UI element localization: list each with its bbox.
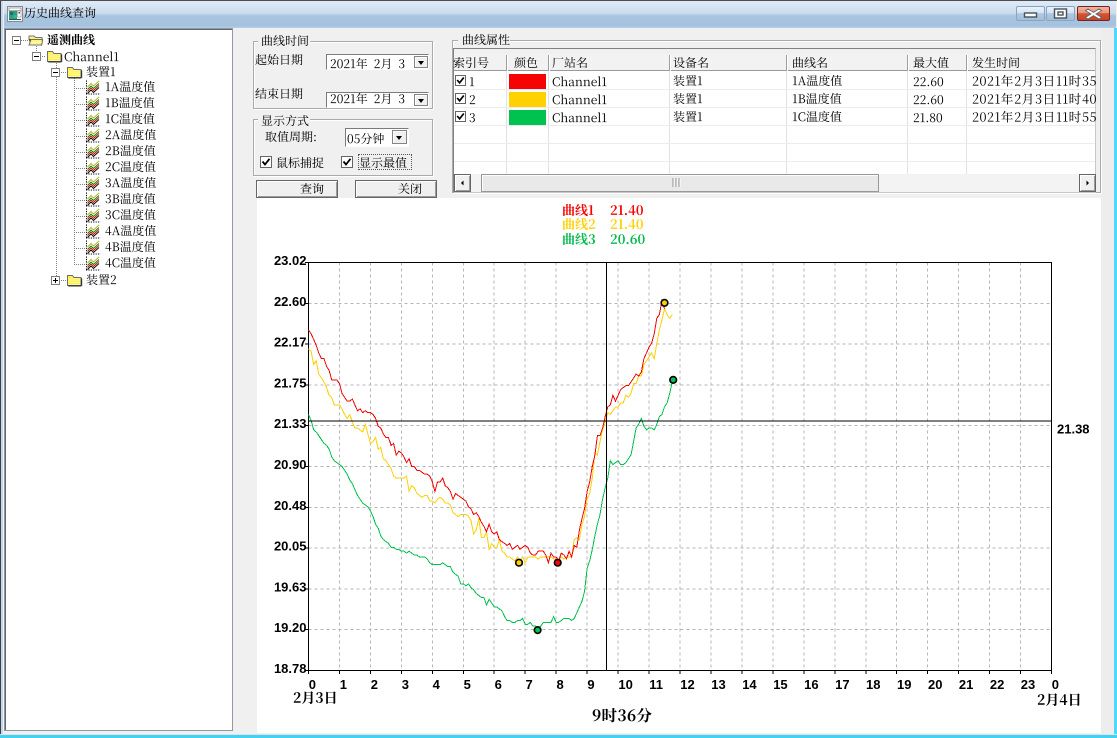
- svg-text:19: 19: [897, 677, 911, 692]
- svg-text:22: 22: [990, 677, 1004, 692]
- svg-text:19.20: 19.20: [274, 620, 307, 635]
- svg-text:3: 3: [402, 677, 409, 692]
- svg-text:22.60: 22.60: [274, 294, 307, 309]
- svg-text:23: 23: [1021, 677, 1035, 692]
- svg-text:16: 16: [804, 677, 818, 692]
- svg-text:23.02: 23.02: [274, 253, 307, 268]
- svg-text:11: 11: [649, 677, 663, 692]
- svg-text:20.05: 20.05: [274, 539, 307, 554]
- svg-text:15: 15: [773, 677, 787, 692]
- svg-text:1: 1: [340, 677, 347, 692]
- svg-text:7: 7: [526, 677, 533, 692]
- svg-text:21.33: 21.33: [274, 416, 307, 431]
- svg-text:10: 10: [618, 677, 632, 692]
- svg-text:9: 9: [587, 677, 594, 692]
- svg-text:21: 21: [959, 677, 973, 692]
- svg-text:20: 20: [928, 677, 942, 692]
- svg-text:18.78: 18.78: [274, 661, 307, 676]
- svg-text:21.75: 21.75: [274, 375, 307, 390]
- svg-text:20.90: 20.90: [274, 457, 307, 472]
- svg-text:4: 4: [433, 677, 441, 692]
- svg-text:18: 18: [866, 677, 880, 692]
- svg-text:0: 0: [1052, 677, 1059, 692]
- svg-text:14: 14: [742, 677, 757, 692]
- svg-text:21.38: 21.38: [1057, 422, 1090, 437]
- svg-text:22.17: 22.17: [274, 335, 307, 350]
- svg-text:8: 8: [557, 677, 564, 692]
- svg-text:12: 12: [680, 677, 694, 692]
- svg-text:6: 6: [495, 677, 502, 692]
- svg-text:5: 5: [464, 677, 471, 692]
- svg-text:13: 13: [711, 677, 725, 692]
- svg-text:0: 0: [309, 677, 316, 692]
- svg-text:19.63: 19.63: [274, 579, 307, 594]
- svg-text:17: 17: [835, 677, 849, 692]
- svg-text:20.48: 20.48: [274, 498, 307, 513]
- svg-text:2: 2: [371, 677, 378, 692]
